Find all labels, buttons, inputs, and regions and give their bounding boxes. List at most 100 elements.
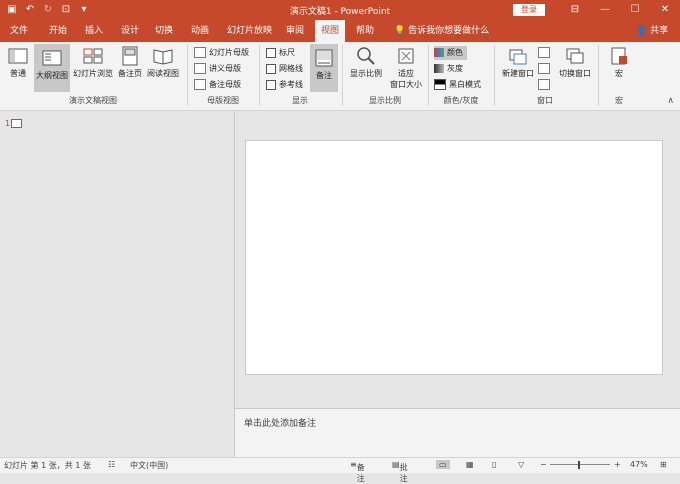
guides-check[interactable] — [266, 79, 276, 90]
share-button[interactable]: 👤 共享 — [636, 20, 668, 42]
group-macros: 宏 — [615, 96, 623, 105]
new-window-icon — [509, 49, 527, 65]
switch-window-icon — [566, 48, 584, 64]
tab-home[interactable]: 开始 — [49, 20, 67, 42]
magnifier-icon — [357, 47, 375, 65]
slide-sorter-icon — [83, 48, 103, 64]
zoom-slider-thumb[interactable] — [578, 461, 580, 469]
tell-me-text: 告诉我你想要做什么 — [408, 26, 490, 36]
tab-file[interactable]: 文件 — [10, 20, 28, 42]
ruler-checkbox[interactable]: 标尺 — [266, 46, 295, 60]
notes-master-button[interactable]: 备注母版 — [194, 78, 241, 92]
outline-view-button[interactable]: 大纲视图 — [34, 44, 70, 92]
handout-master-button[interactable]: 讲义母版 — [194, 62, 241, 76]
gridlines-checkbox[interactable]: 网格线 — [266, 62, 303, 76]
cascade-button[interactable] — [538, 62, 553, 76]
group-zoom: 显示比例 — [369, 96, 401, 105]
macros-button[interactable]: 宏 — [606, 46, 632, 88]
notes-placeholder: 单击此处添加备注 — [244, 419, 317, 429]
group-separator — [598, 45, 599, 105]
spellcheck-icon[interactable]: ☷ — [108, 460, 115, 469]
outline-pane[interactable]: 1 — [0, 111, 235, 457]
ribbon: 普通 大纲视图 幻灯片浏览 备注页 阅读视图 演示文稿视图 幻灯片母版 讲义母版… — [0, 42, 680, 111]
slide-canvas[interactable] — [245, 140, 663, 375]
notes-status-button[interactable]: ≡ 备注 — [350, 460, 365, 483]
slide-count: 幻灯片 第 1 张，共 1 张 — [4, 461, 91, 470]
fit-to-window-button[interactable]: 适应 窗口大小 — [388, 46, 424, 94]
outline-view-icon — [42, 50, 62, 66]
ruler-check[interactable] — [266, 47, 276, 58]
guides-checkbox[interactable]: 参考线 — [266, 78, 303, 92]
macro-icon — [611, 47, 627, 65]
collapse-ribbon-icon[interactable]: ∧ — [667, 96, 674, 106]
slide-master-icon — [194, 47, 206, 58]
arrange-all-icon — [538, 47, 550, 58]
move-split-icon — [538, 79, 550, 90]
new-window-button[interactable]: 新建窗口 — [500, 46, 536, 88]
bw-swatch-icon — [434, 79, 446, 90]
tab-review[interactable]: 审阅 — [286, 20, 304, 42]
tab-transitions[interactable]: 切换 — [155, 20, 173, 42]
ribbon-display-options-icon[interactable]: ⊟ — [560, 0, 590, 20]
zoom-level[interactable]: 47% — [630, 460, 648, 469]
fit-slide-icon[interactable]: ⊞ — [660, 460, 667, 469]
arrange-all-button[interactable] — [538, 46, 553, 60]
normal-view-icon — [8, 48, 28, 64]
comments-status-button[interactable]: ▤ 批注 — [392, 460, 408, 483]
reading-view-button[interactable]: 阅读视图 — [145, 46, 181, 88]
status-bar: 幻灯片 第 1 张，共 1 张 ☷ 中文(中国) ≡ 备注 ▤ 批注 ▭ ▦ ▯… — [0, 457, 680, 483]
move-split-button[interactable] — [538, 78, 553, 92]
notes-page-button[interactable]: 备注页 — [116, 46, 144, 88]
title-bar: ▣ ↶ ↻ ⊡ ▾ 演示文稿1 - PowerPoint 登录 ⊟ — ☐ ✕ — [0, 0, 680, 20]
group-master-views: 母版视图 — [207, 96, 239, 105]
slideshow-status-icon[interactable]: ▽ — [518, 460, 524, 469]
color-swatch-icon — [434, 48, 444, 57]
zoom-button[interactable]: 显示比例 — [346, 46, 386, 88]
person-icon: 👤 — [636, 26, 648, 36]
zoom-out-icon[interactable]: − — [540, 460, 547, 469]
ribbon-tabs: 文件 开始 插入 设计 切换 动画 幻灯片放映 审阅 视图 帮助 💡 告诉我你想… — [0, 20, 680, 42]
zoom-in-icon[interactable]: + — [614, 460, 621, 469]
tab-help[interactable]: 帮助 — [356, 20, 374, 42]
notes-toggle-button[interactable]: 备注 — [310, 44, 338, 92]
fit-window-icon — [398, 48, 414, 64]
tab-slideshow[interactable]: 幻灯片放映 — [227, 20, 272, 42]
reading-view-status-icon[interactable]: ▯ — [492, 460, 496, 469]
group-window: 窗口 — [537, 96, 553, 105]
normal-view-status-icon[interactable]: ▭ — [436, 460, 450, 469]
tab-animations[interactable]: 动画 — [191, 20, 209, 42]
grayscale-button[interactable]: 灰度 — [434, 62, 463, 76]
notes-pane[interactable]: 单击此处添加备注 — [235, 408, 680, 458]
handout-master-icon — [194, 63, 206, 74]
slide-icon[interactable] — [11, 119, 22, 128]
group-show: 显示 — [292, 96, 308, 105]
slide-sorter-button[interactable]: 幻灯片浏览 — [71, 46, 115, 88]
slide-editor — [235, 111, 680, 407]
slide-number: 1 — [5, 119, 11, 128]
sorter-view-status-icon[interactable]: ▦ — [466, 460, 474, 469]
tab-design[interactable]: 设计 — [121, 20, 139, 42]
close-icon[interactable]: ✕ — [650, 0, 680, 20]
gridlines-check[interactable] — [266, 63, 276, 74]
language-indicator[interactable]: 中文(中国) — [130, 460, 168, 471]
group-presentation-views: 演示文稿视图 — [69, 96, 117, 105]
minimize-icon[interactable]: — — [590, 0, 620, 20]
reading-view-icon — [153, 49, 173, 65]
lightbulb-icon: 💡 — [394, 26, 406, 36]
tell-me-box[interactable]: 💡 告诉我你想要做什么 — [394, 20, 489, 42]
normal-view-button[interactable]: 普通 — [4, 46, 32, 88]
maximize-icon[interactable]: ☐ — [620, 0, 650, 20]
slide-master-button[interactable]: 幻灯片母版 — [194, 46, 249, 60]
black-white-button[interactable]: 黑白模式 — [434, 78, 481, 92]
notes-master-icon — [194, 79, 206, 90]
notes-page-icon — [122, 46, 138, 66]
tab-insert[interactable]: 插入 — [85, 20, 103, 42]
switch-window-button[interactable]: 切换窗口 — [555, 46, 595, 88]
color-button[interactable]: 颜色 — [434, 46, 467, 60]
login-button[interactable]: 登录 — [513, 4, 545, 16]
tab-view[interactable]: 视图 — [315, 20, 346, 42]
group-color: 颜色/灰度 — [443, 96, 479, 105]
notes-icon — [315, 49, 333, 67]
share-label: 共享 — [650, 26, 669, 36]
zoom-slider[interactable] — [550, 464, 610, 465]
